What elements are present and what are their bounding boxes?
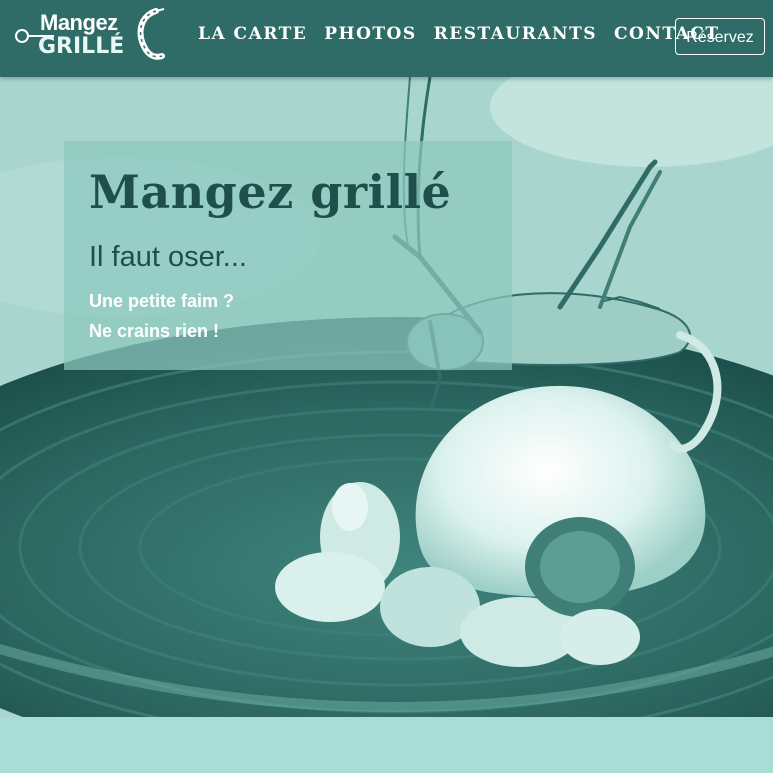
hero-subtitle: Il faut oser... — [89, 241, 247, 273]
main-nav: LA CARTE PHOTOS RESTAURANTS CONTACT — [198, 24, 736, 44]
logo-word-grille: GRILLÉ — [38, 34, 125, 59]
hero-section: Mangez grillé Il faut oser... Une petite… — [0, 77, 773, 717]
logo[interactable]: Mangez GRILLÉ — [14, 8, 166, 66]
shrimp-icon — [137, 8, 165, 60]
hero-tagline-1: Une petite faim ? — [89, 291, 235, 311]
logo-word-mangez: Mangez — [40, 10, 118, 35]
content-band — [0, 717, 773, 773]
nav-item-la-carte[interactable]: LA CARTE — [198, 24, 307, 44]
nav-item-restaurants[interactable]: RESTAURANTS — [434, 24, 597, 44]
reserve-button[interactable]: Réservez — [675, 18, 765, 55]
hero-text-card: Mangez grillé Il faut oser... Une petite… — [64, 141, 512, 370]
nav-item-photos[interactable]: PHOTOS — [324, 24, 416, 44]
hero-tagline-2: Ne crains rien ! — [89, 321, 220, 341]
site-header: Mangez GRILLÉ LA CARTE PHOTOS RESTAURANT… — [0, 0, 773, 77]
hero-title: Mangez grillé — [89, 165, 452, 219]
page: Mangez GRILLÉ LA CARTE PHOTOS RESTAURANT… — [0, 0, 773, 773]
